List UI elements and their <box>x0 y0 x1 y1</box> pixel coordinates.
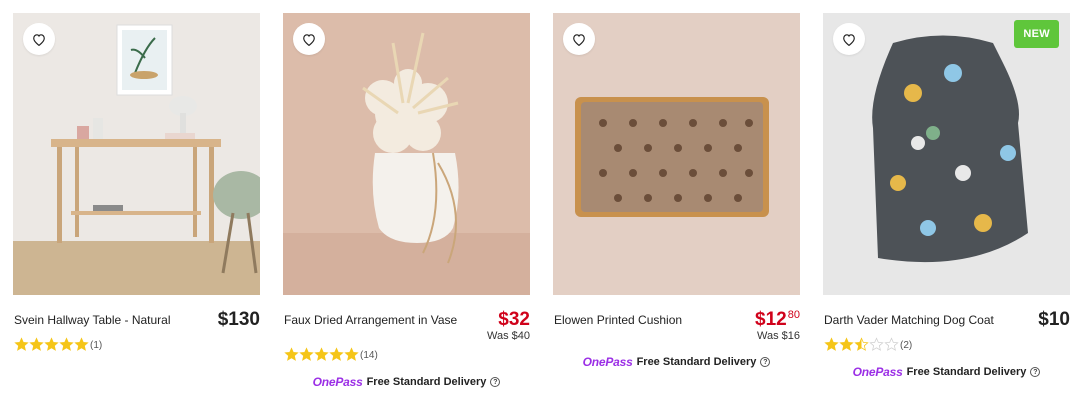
was-price: Was $40 <box>486 330 530 342</box>
was-price: Was $16 <box>756 330 800 342</box>
product-image[interactable] <box>13 13 260 295</box>
help-icon[interactable]: ? <box>1030 367 1041 377</box>
product-image[interactable] <box>283 13 530 295</box>
onepass-delivery[interactable]: OnePass Free Standard Delivery ? <box>823 365 1070 379</box>
star-rating <box>824 337 899 352</box>
product-rating: (1) <box>14 337 102 352</box>
onepass-logo: OnePass <box>582 355 633 369</box>
product-title[interactable]: Darth Vader Matching Dog Coat <box>824 313 994 327</box>
delivery-text: Free Standard Delivery <box>636 356 757 368</box>
star-rating <box>14 337 89 352</box>
help-icon[interactable]: ? <box>760 357 771 367</box>
star-icon <box>314 347 329 361</box>
product-image[interactable] <box>553 13 800 295</box>
star-icon <box>299 347 314 361</box>
product-card[interactable]: Svein Hallway Table - Natural $130 (1) <box>13 13 260 352</box>
product-card[interactable]: NEW Darth Vader Matching Dog Coat $10 (2… <box>823 13 1070 379</box>
wishlist-button[interactable] <box>293 23 325 55</box>
star-icon <box>59 337 74 351</box>
heart-icon <box>573 33 585 46</box>
heart-icon <box>843 33 855 46</box>
star-icon <box>884 337 899 351</box>
review-count: (2) <box>900 340 913 351</box>
product-price: $10 <box>1038 309 1070 330</box>
heart-icon <box>33 33 45 46</box>
delivery-text: Free Standard Delivery <box>906 366 1027 378</box>
product-title[interactable]: Elowen Printed Cushion <box>554 313 682 327</box>
onepass-delivery[interactable]: OnePass Free Standard Delivery ? <box>283 375 530 389</box>
product-image[interactable]: NEW <box>823 13 1070 295</box>
wishlist-button[interactable] <box>563 23 595 55</box>
star-icon <box>839 337 854 351</box>
product-rating: (2) <box>824 337 912 352</box>
sale-price: $1280 <box>755 309 800 330</box>
star-icon <box>869 337 884 351</box>
wishlist-button[interactable] <box>833 23 865 55</box>
star-icon <box>344 347 359 361</box>
new-badge: NEW <box>1014 20 1059 48</box>
star-rating <box>284 347 359 362</box>
star-icon <box>44 337 59 351</box>
product-rating: (14) <box>284 347 378 362</box>
star-icon <box>74 337 89 351</box>
product-price: $130 <box>217 309 260 330</box>
star-icon <box>14 337 29 351</box>
star-icon <box>329 347 344 361</box>
onepass-logo: OnePass <box>312 375 363 389</box>
product-card[interactable]: Faux Dried Arrangement in Vase $32 Was $… <box>283 13 530 389</box>
onepass-delivery[interactable]: OnePass Free Standard Delivery ? <box>553 355 800 369</box>
price-cents: 80 <box>787 309 800 321</box>
heart-icon <box>303 33 315 46</box>
product-card[interactable]: Elowen Printed Cushion $1280 Was $16 One… <box>553 13 800 369</box>
onepass-logo: OnePass <box>852 365 903 379</box>
help-icon[interactable]: ? <box>490 377 501 387</box>
star-icon <box>854 337 869 351</box>
product-title[interactable]: Faux Dried Arrangement in Vase <box>284 313 457 327</box>
product-title[interactable]: Svein Hallway Table - Natural <box>14 313 171 327</box>
review-count: (14) <box>360 350 378 361</box>
star-icon <box>824 337 839 351</box>
sale-price: $32 <box>498 309 530 330</box>
star-icon <box>284 347 299 361</box>
star-icon <box>29 337 44 351</box>
delivery-text: Free Standard Delivery <box>366 376 487 388</box>
wishlist-button[interactable] <box>23 23 55 55</box>
review-count: (1) <box>90 340 103 351</box>
